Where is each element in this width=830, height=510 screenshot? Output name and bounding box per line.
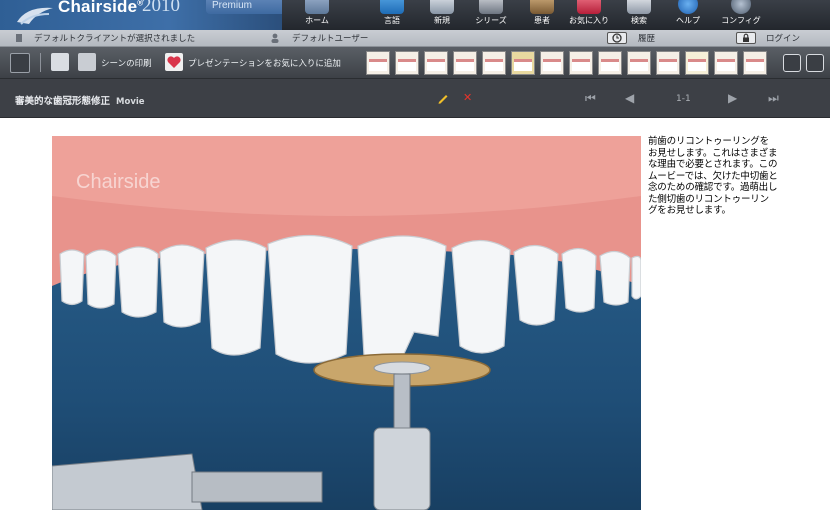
patient-icon: [530, 0, 554, 14]
printer-icon[interactable]: [78, 53, 96, 71]
login-button[interactable]: [736, 32, 756, 44]
user-icon: [271, 33, 279, 43]
chairside-logo-icon: [17, 7, 53, 25]
scene-thumbnail[interactable]: [627, 51, 651, 75]
favorites-icon: [577, 0, 601, 14]
scene-thumbnail[interactable]: [743, 51, 767, 75]
last-page-button[interactable]: ⏭: [768, 91, 779, 106]
presentation-icon[interactable]: [806, 54, 824, 72]
new-icon: [430, 0, 454, 14]
brand-logo: Chairside® 2010 Premium: [0, 0, 282, 30]
delete-icon[interactable]: ✕: [463, 91, 472, 104]
add-to-favorites-button[interactable]: プレゼンテーションをお気に入りに追加: [188, 57, 341, 69]
scene-thumbnail[interactable]: [366, 51, 390, 75]
scene-thumbnail[interactable]: [598, 51, 622, 75]
viewer-titlebar: 審美的な歯冠形態修正 Movie ✕ ⏮ ◀ 1-1 ▶ ⏭: [0, 79, 830, 118]
next-page-button[interactable]: ▶: [728, 91, 737, 105]
help-icon: [678, 0, 698, 14]
nav-help[interactable]: ヘルプ: [658, 0, 718, 30]
pencil-icon[interactable]: [437, 92, 449, 104]
dental-animation-image: Chairside: [52, 136, 641, 510]
client-icon: [16, 34, 22, 42]
scene-thumbnail[interactable]: [540, 51, 564, 75]
first-page-button[interactable]: ⏮: [585, 91, 596, 106]
scene-thumbnail[interactable]: [453, 51, 477, 75]
user-status[interactable]: デフォルトユーザー: [292, 32, 368, 44]
status-strip: デフォルトクライアントが選択されました デフォルトユーザー 履歴 ログイン: [0, 30, 830, 47]
config-icon: [731, 0, 751, 14]
scene-thumbnail[interactable]: [482, 51, 506, 75]
grid-view-icon[interactable]: [10, 53, 30, 73]
lock-icon: [743, 33, 749, 42]
nav-home[interactable]: ホーム: [287, 0, 347, 30]
scene-thumbnail[interactable]: [714, 51, 738, 75]
page-indicator: 1-1: [676, 94, 691, 104]
scene-thumbnail[interactable]: [569, 51, 593, 75]
app-header: Chairside® 2010 Premium ホーム 言語 新規 シリーズ 患…: [0, 0, 830, 30]
nav-config[interactable]: コンフィグ: [711, 0, 771, 30]
history-label[interactable]: 履歴: [638, 32, 655, 44]
login-label[interactable]: ログイン: [766, 32, 800, 44]
scene-thumbnail[interactable]: [656, 51, 680, 75]
movie-description: 前歯のリコントゥーリングをお見せします。これはさまざまな理由で必要とされます。こ…: [648, 136, 778, 216]
fullscreen-icon[interactable]: [783, 54, 801, 72]
print-scene-button[interactable]: シーンの印刷: [101, 57, 152, 69]
presentation-title: 審美的な歯冠形態修正 Movie: [15, 96, 145, 107]
brand-year: 2010: [142, 0, 180, 16]
history-button[interactable]: [607, 32, 627, 44]
series-icon: [479, 0, 503, 14]
watermark-text: Chairside: [76, 171, 160, 193]
scene-toolbar: シーンの印刷 プレゼンテーションをお気に入りに追加: [0, 47, 830, 79]
client-status: デフォルトクライアントが選択されました: [34, 34, 196, 44]
edition-badge: Premium: [206, 0, 282, 14]
toolbar-divider: [40, 53, 41, 72]
previous-page-button[interactable]: ◀: [625, 91, 634, 105]
heart-icon[interactable]: [165, 53, 183, 71]
movie-frame[interactable]: Chairside: [52, 136, 641, 510]
scene-thumbnail[interactable]: [511, 51, 535, 75]
language-icon: [380, 0, 404, 14]
scene-thumbnail[interactable]: [395, 51, 419, 75]
search-icon: [627, 0, 651, 14]
clock-icon: [612, 33, 622, 43]
brand-name: Chairside®: [58, 0, 144, 16]
slides-icon[interactable]: [51, 53, 69, 71]
home-icon: [305, 0, 329, 14]
scene-thumbnail[interactable]: [685, 51, 709, 75]
scene-thumbnail[interactable]: [424, 51, 448, 75]
